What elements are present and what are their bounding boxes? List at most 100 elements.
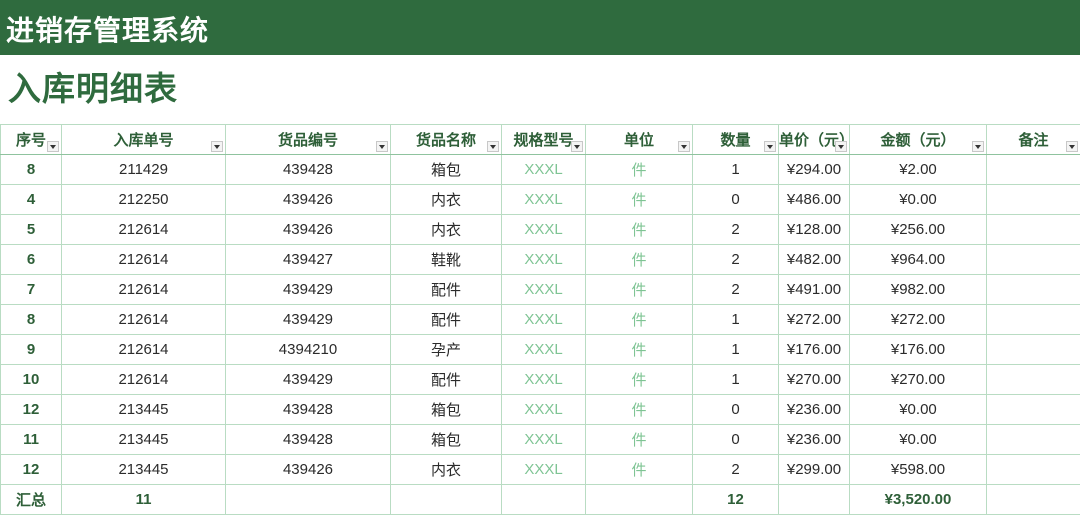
- filter-dropdown-icon[interactable]: [972, 141, 984, 152]
- filter-dropdown-icon[interactable]: [1066, 141, 1078, 152]
- column-header-qty[interactable]: 数量: [693, 125, 779, 155]
- cell-amount[interactable]: ¥982.00: [850, 275, 987, 305]
- cell-note[interactable]: [987, 215, 1080, 245]
- cell-name[interactable]: 箱包: [391, 395, 502, 425]
- totals-empty-cell[interactable]: [391, 485, 502, 515]
- totals-amount[interactable]: ¥3,520.00: [850, 485, 987, 515]
- cell-spec[interactable]: XXXL: [502, 275, 586, 305]
- cell-price[interactable]: ¥491.00: [779, 275, 850, 305]
- filter-dropdown-icon[interactable]: [211, 141, 223, 152]
- cell-price[interactable]: ¥294.00: [779, 155, 850, 185]
- cell-seq[interactable]: 8: [1, 305, 62, 335]
- cell-order[interactable]: 212614: [62, 335, 226, 365]
- cell-spec[interactable]: XXXL: [502, 455, 586, 485]
- cell-seq[interactable]: 6: [1, 245, 62, 275]
- column-header-unit[interactable]: 单位: [586, 125, 693, 155]
- cell-seq[interactable]: 11: [1, 425, 62, 455]
- cell-note[interactable]: [987, 275, 1080, 305]
- cell-qty[interactable]: 2: [693, 215, 779, 245]
- cell-order[interactable]: 213445: [62, 395, 226, 425]
- cell-note[interactable]: [987, 245, 1080, 275]
- cell-unit[interactable]: 件: [586, 365, 693, 395]
- cell-code[interactable]: 439426: [226, 185, 391, 215]
- column-header-amount[interactable]: 金额（元）: [850, 125, 987, 155]
- cell-seq[interactable]: 12: [1, 455, 62, 485]
- column-header-seq[interactable]: 序号: [1, 125, 62, 155]
- cell-code[interactable]: 439426: [226, 215, 391, 245]
- cell-note[interactable]: [987, 455, 1080, 485]
- cell-name[interactable]: 箱包: [391, 425, 502, 455]
- cell-price[interactable]: ¥236.00: [779, 395, 850, 425]
- cell-unit[interactable]: 件: [586, 185, 693, 215]
- filter-dropdown-icon[interactable]: [376, 141, 388, 152]
- cell-qty[interactable]: 1: [693, 155, 779, 185]
- cell-spec[interactable]: XXXL: [502, 305, 586, 335]
- cell-price[interactable]: ¥272.00: [779, 305, 850, 335]
- column-header-note[interactable]: 备注: [987, 125, 1080, 155]
- cell-name[interactable]: 内衣: [391, 185, 502, 215]
- cell-note[interactable]: [987, 155, 1080, 185]
- cell-code[interactable]: 439429: [226, 365, 391, 395]
- filter-dropdown-icon[interactable]: [47, 141, 59, 152]
- cell-amount[interactable]: ¥0.00: [850, 425, 987, 455]
- cell-name[interactable]: 配件: [391, 305, 502, 335]
- cell-seq[interactable]: 9: [1, 335, 62, 365]
- filter-dropdown-icon[interactable]: [571, 141, 583, 152]
- cell-amount[interactable]: ¥598.00: [850, 455, 987, 485]
- cell-order[interactable]: 212614: [62, 245, 226, 275]
- cell-seq[interactable]: 12: [1, 395, 62, 425]
- cell-qty[interactable]: 0: [693, 185, 779, 215]
- cell-unit[interactable]: 件: [586, 455, 693, 485]
- cell-unit[interactable]: 件: [586, 245, 693, 275]
- cell-unit[interactable]: 件: [586, 425, 693, 455]
- cell-code[interactable]: 439428: [226, 395, 391, 425]
- column-header-spec[interactable]: 规格型号: [502, 125, 586, 155]
- cell-price[interactable]: ¥270.00: [779, 365, 850, 395]
- cell-name[interactable]: 配件: [391, 275, 502, 305]
- cell-unit[interactable]: 件: [586, 395, 693, 425]
- cell-amount[interactable]: ¥176.00: [850, 335, 987, 365]
- cell-qty[interactable]: 1: [693, 335, 779, 365]
- cell-order[interactable]: 212614: [62, 305, 226, 335]
- cell-amount[interactable]: ¥270.00: [850, 365, 987, 395]
- cell-seq[interactable]: 5: [1, 215, 62, 245]
- cell-price[interactable]: ¥176.00: [779, 335, 850, 365]
- column-header-price[interactable]: 单价（元）: [779, 125, 850, 155]
- cell-name[interactable]: 内衣: [391, 215, 502, 245]
- cell-amount[interactable]: ¥256.00: [850, 215, 987, 245]
- cell-amount[interactable]: ¥272.00: [850, 305, 987, 335]
- cell-note[interactable]: [987, 305, 1080, 335]
- cell-code[interactable]: 439429: [226, 305, 391, 335]
- column-header-order[interactable]: 入库单号: [62, 125, 226, 155]
- cell-price[interactable]: ¥236.00: [779, 425, 850, 455]
- cell-order[interactable]: 212250: [62, 185, 226, 215]
- cell-code[interactable]: 439429: [226, 275, 391, 305]
- cell-seq[interactable]: 10: [1, 365, 62, 395]
- cell-note[interactable]: [987, 425, 1080, 455]
- cell-code[interactable]: 439428: [226, 155, 391, 185]
- cell-name[interactable]: 孕产: [391, 335, 502, 365]
- cell-code[interactable]: 4394210: [226, 335, 391, 365]
- filter-dropdown-icon[interactable]: [764, 141, 776, 152]
- cell-note[interactable]: [987, 365, 1080, 395]
- cell-unit[interactable]: 件: [586, 335, 693, 365]
- cell-order[interactable]: 212614: [62, 275, 226, 305]
- cell-qty[interactable]: 0: [693, 425, 779, 455]
- cell-price[interactable]: ¥299.00: [779, 455, 850, 485]
- totals-empty-cell[interactable]: [586, 485, 693, 515]
- cell-unit[interactable]: 件: [586, 305, 693, 335]
- cell-name[interactable]: 箱包: [391, 155, 502, 185]
- cell-code[interactable]: 439427: [226, 245, 391, 275]
- cell-amount[interactable]: ¥964.00: [850, 245, 987, 275]
- totals-order-count[interactable]: 11: [62, 485, 226, 515]
- cell-name[interactable]: 内衣: [391, 455, 502, 485]
- totals-empty-cell[interactable]: [987, 485, 1080, 515]
- totals-empty-cell[interactable]: [502, 485, 586, 515]
- cell-seq[interactable]: 8: [1, 155, 62, 185]
- cell-name[interactable]: 鞋靴: [391, 245, 502, 275]
- cell-qty[interactable]: 2: [693, 275, 779, 305]
- cell-note[interactable]: [987, 185, 1080, 215]
- cell-qty[interactable]: 1: [693, 365, 779, 395]
- cell-order[interactable]: 212614: [62, 215, 226, 245]
- totals-label[interactable]: 汇总: [1, 485, 62, 515]
